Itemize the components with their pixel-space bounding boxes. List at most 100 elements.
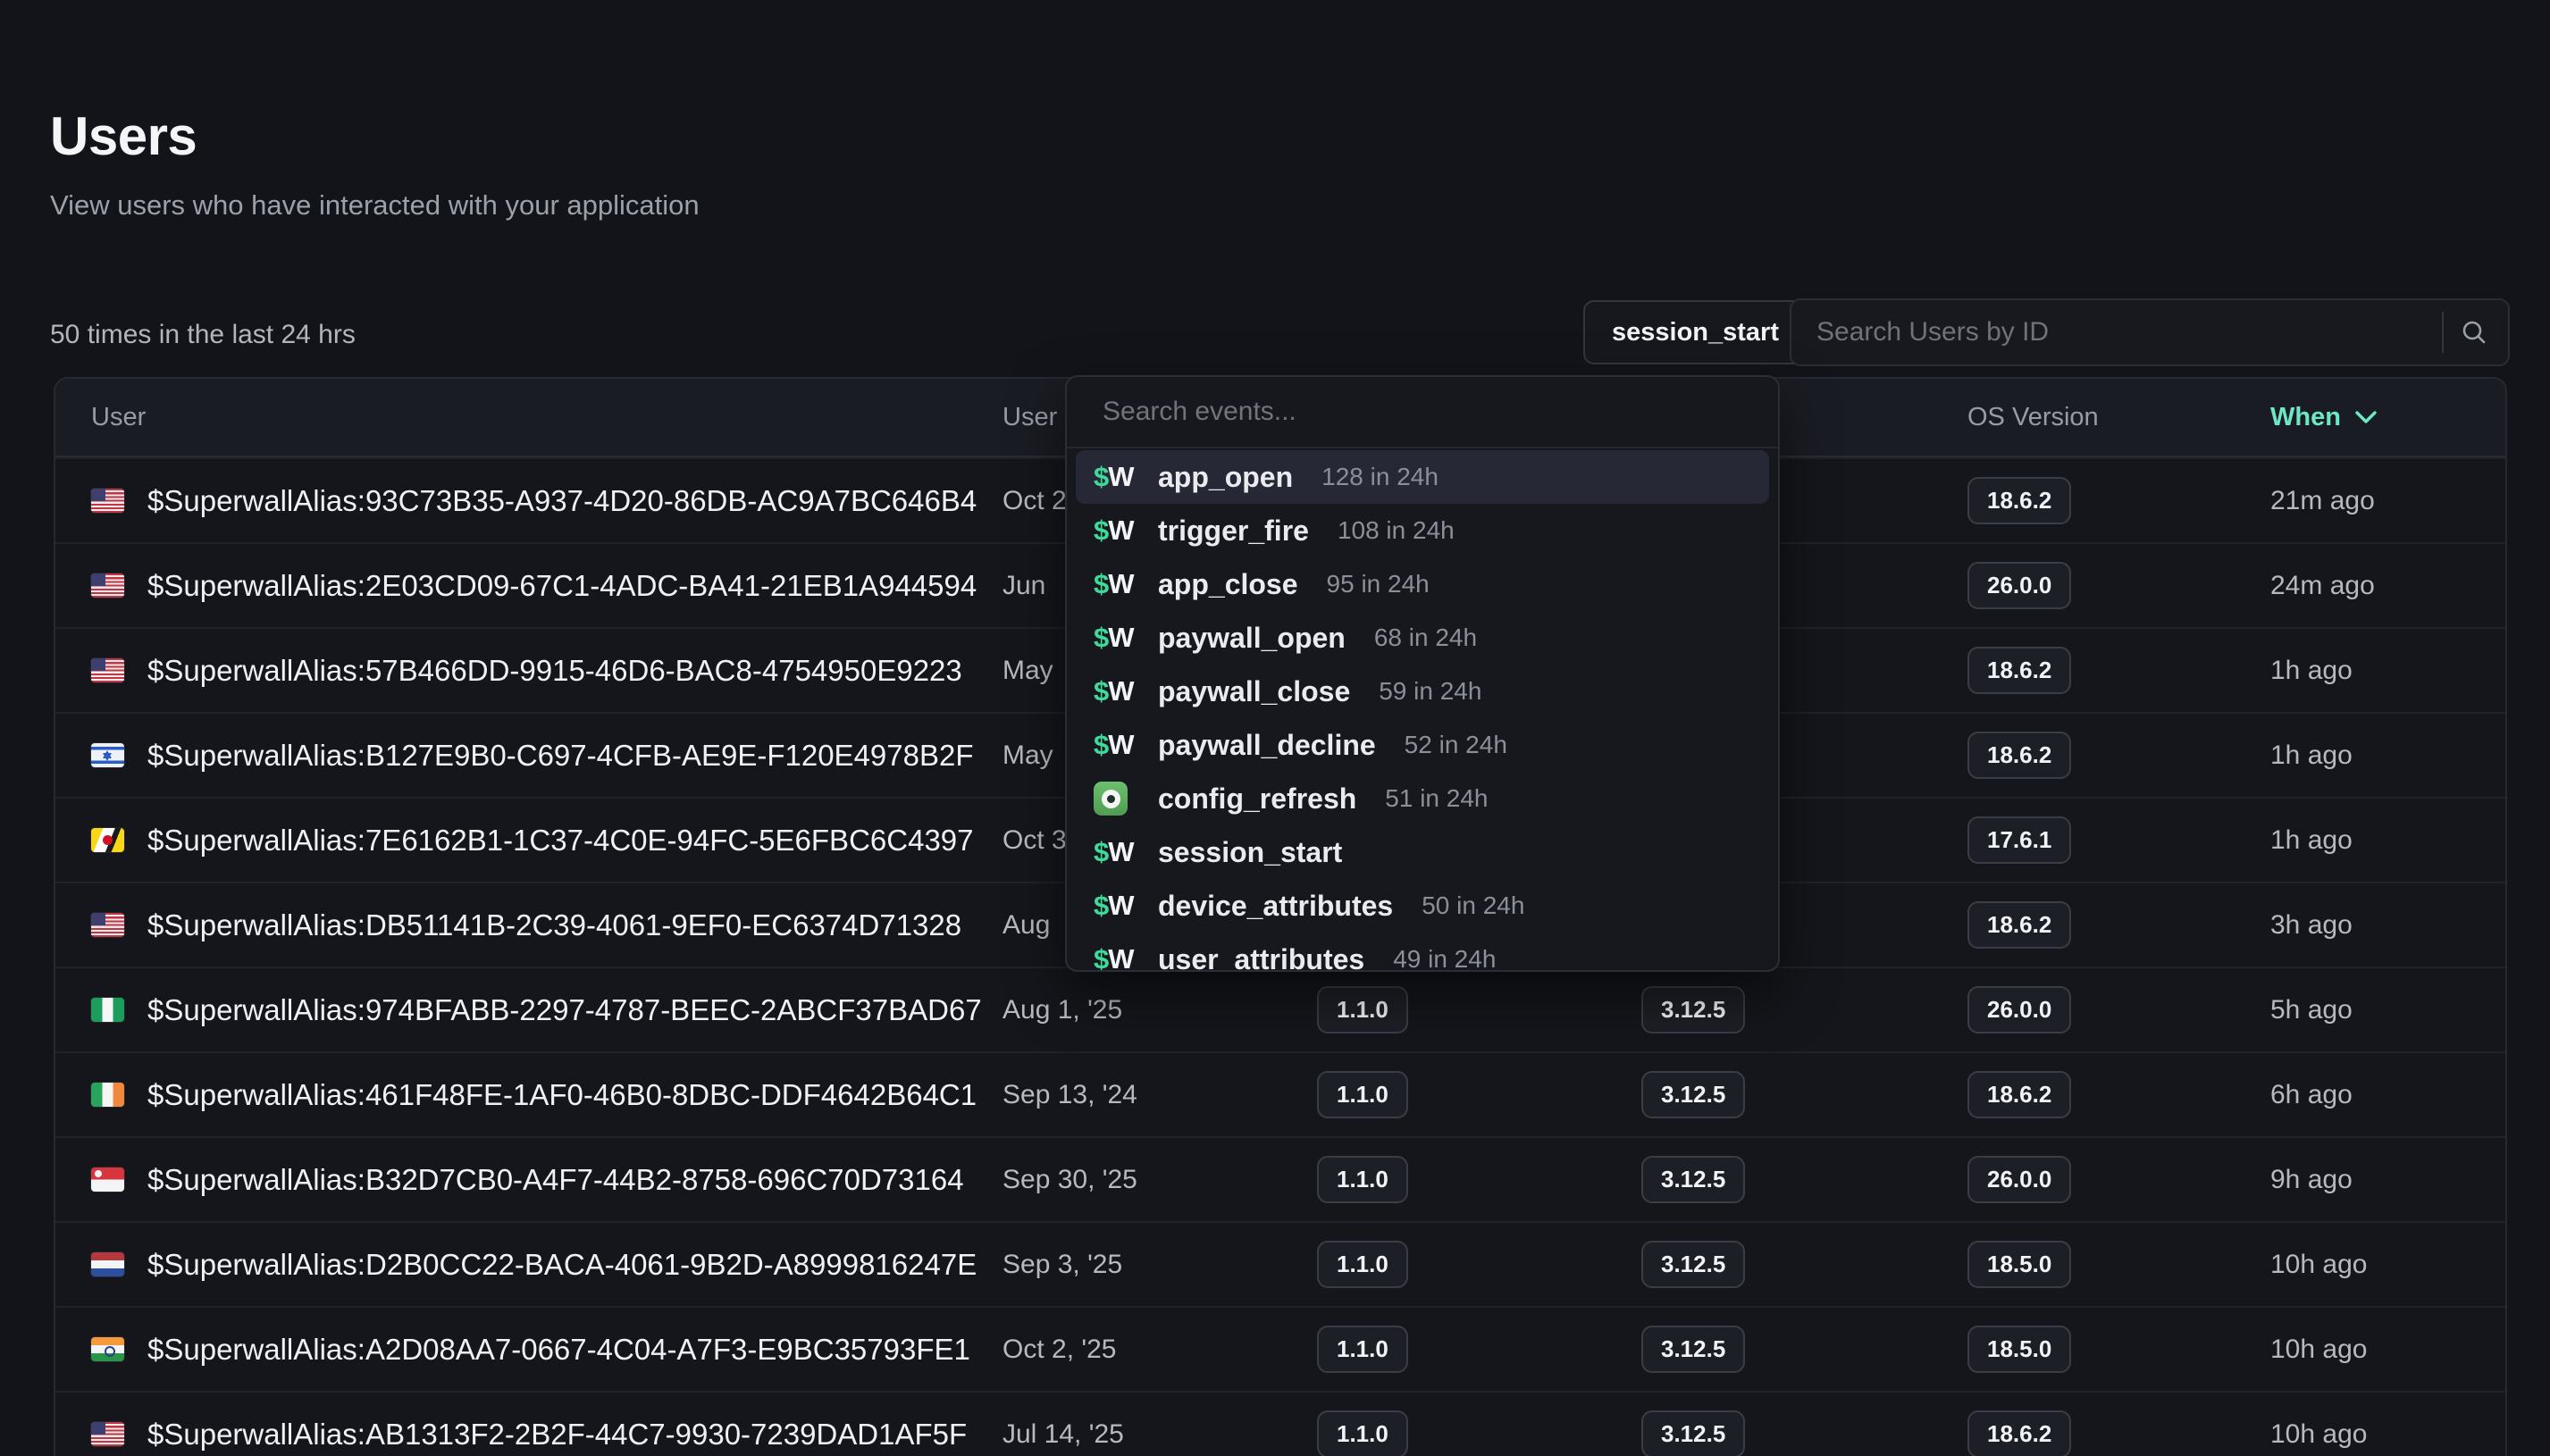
sdk-version-badge: 3.12.5 — [1641, 1156, 1745, 1203]
event-item[interactable]: $W paywall_open 68 in 24h — [1067, 611, 1778, 665]
os-version-badge: 18.6.2 — [1967, 1410, 2071, 1456]
when-value: 3h ago — [2270, 910, 2505, 941]
superwall-event-icon: $W — [1094, 836, 1135, 868]
superwall-event-icon: $W — [1094, 675, 1135, 707]
country-flag-icon — [91, 1083, 124, 1107]
superwall-event-icon: $W — [1094, 515, 1135, 547]
when-value: 10h ago — [2270, 1335, 2505, 1365]
user-since: Sep 30, '25 — [1002, 1165, 1317, 1195]
event-item[interactable]: $W session_start — [1067, 825, 1778, 879]
event-name: user_attributes — [1158, 943, 1364, 973]
event-filter-button[interactable]: session_start — [1583, 300, 1808, 364]
event-count: 52 in 24h — [1405, 731, 1507, 759]
search-icon[interactable] — [2460, 318, 2488, 347]
when-value: 1h ago — [2270, 656, 2505, 686]
user-id: $SuperwallAlias:974BFABB-2297-4787-BEEC-… — [147, 993, 982, 1027]
user-since: Sep 13, '24 — [1002, 1080, 1317, 1110]
user-id: $SuperwallAlias:B32D7CB0-A4F7-44B2-8758-… — [147, 1163, 964, 1197]
table-row[interactable]: $SuperwallAlias:461F48FE-1AF0-46B0-8DBC-… — [55, 1051, 2505, 1136]
os-version-badge: 26.0.0 — [1967, 562, 2071, 609]
country-flag-icon — [91, 743, 124, 767]
user-id: $SuperwallAlias:AB1313F2-2B2F-44C7-9930-… — [147, 1418, 967, 1452]
user-id: $SuperwallAlias:B127E9B0-C697-4CFB-AE9E-… — [147, 739, 974, 773]
event-count: 95 in 24h — [1327, 570, 1430, 598]
user-since: Jul 14, '25 — [1002, 1419, 1317, 1450]
event-count: 51 in 24h — [1385, 784, 1488, 813]
event-item[interactable]: $W app_close 95 in 24h — [1067, 557, 1778, 611]
app-version-badge: 1.1.0 — [1317, 1241, 1408, 1288]
os-version-badge: 26.0.0 — [1967, 1156, 2071, 1203]
event-item[interactable]: $W trigger_fire 108 in 24h — [1067, 504, 1778, 557]
os-version-badge: 17.6.1 — [1967, 816, 2071, 864]
app-version-badge: 1.1.0 — [1317, 1156, 1408, 1203]
user-id: $SuperwallAlias:D2B0CC22-BACA-4061-9B2D-… — [147, 1248, 977, 1282]
country-flag-icon — [91, 1167, 124, 1192]
table-row[interactable]: $SuperwallAlias:A2D08AA7-0667-4C04-A7F3-… — [55, 1306, 2505, 1391]
event-item[interactable]: $W device_attributes 50 in 24h — [1067, 879, 1778, 933]
when-value: 21m ago — [2270, 486, 2505, 516]
when-value: 10h ago — [2270, 1250, 2505, 1280]
superwall-event-icon: $W — [1094, 890, 1135, 922]
table-row[interactable]: $SuperwallAlias:974BFABB-2297-4787-BEEC-… — [55, 966, 2505, 1051]
when-value: 10h ago — [2270, 1419, 2505, 1450]
event-item[interactable]: $W app_open 128 in 24h — [1076, 450, 1769, 504]
event-item[interactable]: $W user_attributes 49 in 24h — [1067, 933, 1778, 972]
os-version-badge: 18.6.2 — [1967, 732, 2071, 779]
country-flag-icon — [91, 828, 124, 852]
event-name: device_attributes — [1158, 890, 1393, 923]
event-name: app_open — [1158, 461, 1293, 494]
event-name: app_close — [1158, 568, 1298, 601]
config-refresh-app-icon: $W — [1094, 782, 1135, 816]
event-count: 49 in 24h — [1393, 945, 1496, 972]
user-since: Oct 2, '25 — [1002, 1335, 1317, 1365]
country-flag-icon — [91, 489, 124, 513]
events-search-box[interactable] — [1067, 377, 1778, 448]
os-version-badge: 18.6.2 — [1967, 647, 2071, 694]
when-value: 1h ago — [2270, 741, 2505, 771]
superwall-event-icon: $W — [1094, 622, 1135, 654]
table-row[interactable]: $SuperwallAlias:AB1313F2-2B2F-44C7-9930-… — [55, 1391, 2505, 1456]
user-search-box[interactable] — [1790, 298, 2510, 366]
users-page: { "page": { "title": "Users", "subtitle"… — [0, 0, 2550, 1456]
header-user: User — [55, 403, 1002, 432]
event-count: 50 in 24h — [1422, 891, 1524, 920]
os-version-badge: 18.6.2 — [1967, 477, 2071, 524]
events-search-input[interactable] — [1103, 397, 1742, 427]
header-when-sort[interactable]: When — [2270, 403, 2505, 432]
table-row[interactable]: $SuperwallAlias:B32D7CB0-A4F7-44B2-8758-… — [55, 1136, 2505, 1221]
superwall-event-icon: $W — [1094, 568, 1135, 600]
user-since: Sep 3, '25 — [1002, 1250, 1317, 1280]
event-count: 59 in 24h — [1379, 677, 1481, 706]
country-flag-icon — [91, 658, 124, 682]
os-version-badge: 18.5.0 — [1967, 1326, 2071, 1373]
user-id: $SuperwallAlias:7E6162B1-1C37-4C0E-94FC-… — [147, 824, 974, 858]
when-value: 5h ago — [2270, 995, 2505, 1025]
os-version-badge: 26.0.0 — [1967, 986, 2071, 1033]
os-version-badge: 18.6.2 — [1967, 1071, 2071, 1118]
event-item[interactable]: $W paywall_close 59 in 24h — [1067, 665, 1778, 718]
event-name: paywall_decline — [1158, 729, 1376, 762]
page-title: Users — [50, 105, 197, 167]
superwall-event-icon: $W — [1094, 729, 1135, 761]
table-row[interactable]: $SuperwallAlias:D2B0CC22-BACA-4061-9B2D-… — [55, 1221, 2505, 1306]
country-flag-icon — [91, 913, 124, 937]
event-name: trigger_fire — [1158, 515, 1309, 548]
user-id: $SuperwallAlias:DB51141B-2C39-4061-9EF0-… — [147, 908, 961, 942]
user-search-input[interactable] — [1816, 317, 2433, 347]
user-since: Aug 1, '25 — [1002, 995, 1317, 1025]
event-item[interactable]: $W paywall_decline 52 in 24h — [1067, 718, 1778, 772]
event-count-summary: 50 times in the last 24 hrs — [50, 320, 356, 350]
event-item[interactable]: $W config_refresh 51 in 24h — [1067, 772, 1778, 825]
superwall-event-icon: $W — [1094, 461, 1135, 493]
sdk-version-badge: 3.12.5 — [1641, 1326, 1745, 1373]
os-version-badge: 18.6.2 — [1967, 901, 2071, 949]
when-value: 24m ago — [2270, 571, 2505, 601]
events-dropdown: $W app_open 128 in 24h $W trigger_fire 1… — [1065, 375, 1780, 972]
country-flag-icon — [91, 1422, 124, 1446]
event-count: 108 in 24h — [1338, 516, 1455, 545]
header-os-version: OS Version — [1967, 403, 2270, 432]
when-value: 1h ago — [2270, 825, 2505, 856]
event-name: paywall_open — [1158, 622, 1346, 655]
app-version-badge: 1.1.0 — [1317, 1071, 1408, 1118]
country-flag-icon — [91, 1252, 124, 1276]
